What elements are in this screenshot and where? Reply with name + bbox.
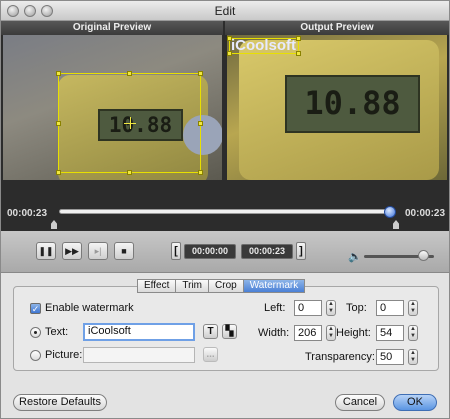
text-label: Text: [45,326,69,338]
output-preview-label: Output Preview [225,21,449,35]
transparency-input[interactable]: 50 [376,349,404,365]
end-time-field[interactable]: 00:00:23 [241,244,293,259]
tab-trim[interactable]: Trim [175,279,209,293]
timeline-track[interactable] [59,209,395,214]
height-input[interactable]: 54 [376,325,404,341]
tab-crop[interactable]: Crop [208,279,243,293]
crop-handle-top-left[interactable] [56,71,61,76]
pause-icon: ❚❚ [38,245,54,256]
start-time-field[interactable]: 00:00:00 [184,244,236,259]
top-stepper[interactable]: ▲ ▼ [408,300,418,316]
cancel-button[interactable]: Cancel [335,394,385,411]
watermark-handle-top-right[interactable] [296,36,301,41]
lcd-display-output: 10.88 [285,75,420,133]
watermark-preview-text: iCoolsoft [231,37,296,54]
watermark-panel: ✓ Enable watermark Text: iCoolsoft T ▚ P… [13,286,439,371]
playback-controls: ❚❚ ▶▶ ▸| ■ [ 00:00:00 00:00:23 ] 🔈 [1,231,449,273]
text-radio[interactable] [30,327,41,338]
browse-picture-button[interactable]: ... [203,347,218,362]
height-label: Height: [336,327,371,339]
height-stepper[interactable]: ▲ ▼ [408,325,418,341]
top-input[interactable]: 0 [376,300,404,316]
original-preview-label: Original Preview [1,21,223,35]
preview-area: Original Preview Output Preview 10.88 10… [1,21,449,231]
color-button[interactable]: ▚ [222,324,237,339]
next-frame-icon: ▸| [94,245,102,256]
watermark-frame[interactable]: iCoolsoft [227,36,301,56]
watermark-handle-bottom-right[interactable] [296,51,301,56]
current-time: 00:00:23 [7,208,48,219]
width-label: Width: [258,327,290,339]
crop-handle-right[interactable] [198,121,203,126]
speaker-icon: 🔈 [348,251,362,263]
fast-forward-icon: ▶▶ [65,245,79,256]
pause-button[interactable]: ❚❚ [36,242,56,260]
output-preview-pane: 10.88 iCoolsoft [227,35,447,180]
enable-watermark-label: Enable watermark [45,302,134,314]
width-input[interactable]: 206 [294,325,322,341]
crop-handle-top[interactable] [127,71,132,76]
edit-window: Edit Original Preview Output Preview 10.… [0,0,450,419]
volume-slider-knob[interactable] [417,250,429,261]
trim-start-marker[interactable] [51,220,57,229]
ok-button[interactable]: OK [393,394,437,411]
watermark-handle-bottom-left[interactable] [227,51,232,56]
picture-path-input[interactable] [83,347,195,363]
crop-handle-bottom[interactable] [127,170,132,175]
timeline-playhead[interactable] [384,206,396,218]
stop-icon: ■ [121,246,127,256]
edit-tabs: Effect Trim Crop Watermark [137,279,306,293]
fast-forward-button[interactable]: ▶▶ [62,242,82,260]
transparency-stepper[interactable]: ▲ ▼ [408,349,418,365]
picture-label: Picture: [45,349,83,361]
original-preview-pane[interactable]: 10.88 [3,35,222,180]
title-bar: Edit [1,1,449,21]
set-end-button[interactable]: ] [296,242,306,260]
watermark-text-input[interactable]: iCoolsoft [83,323,195,341]
enable-watermark-checkbox[interactable]: ✓ [30,303,41,314]
end-time: 00:00:23 [405,208,446,219]
watermark-handle-top-left[interactable] [227,36,232,41]
restore-defaults-button[interactable]: Restore Defaults [13,394,107,411]
crop-handle-top-right[interactable] [198,71,203,76]
tab-watermark[interactable]: Watermark [242,279,306,293]
tab-effect[interactable]: Effect [137,279,176,293]
left-label: Left: [264,302,286,314]
top-label: Top: [346,302,367,314]
width-stepper[interactable]: ▲ ▼ [326,325,336,341]
picture-radio[interactable] [30,350,41,361]
transparency-label: Transparency: [305,351,375,363]
color-icon: ▚ [225,326,234,337]
crop-center-crosshair-vertical [130,117,131,129]
left-input[interactable]: 0 [294,300,322,316]
crop-handle-bottom-right[interactable] [198,170,203,175]
stop-button[interactable]: ■ [114,242,134,260]
left-stepper[interactable]: ▲ ▼ [326,300,336,316]
font-button[interactable]: T [203,324,218,339]
next-frame-button[interactable]: ▸| [88,242,108,260]
set-start-button[interactable]: [ [171,242,181,260]
window-title: Edit [214,4,236,18]
crop-handle-left[interactable] [56,121,61,126]
crop-frame[interactable] [56,71,203,175]
crop-handle-bottom-left[interactable] [56,170,61,175]
trim-end-marker[interactable] [393,220,399,229]
